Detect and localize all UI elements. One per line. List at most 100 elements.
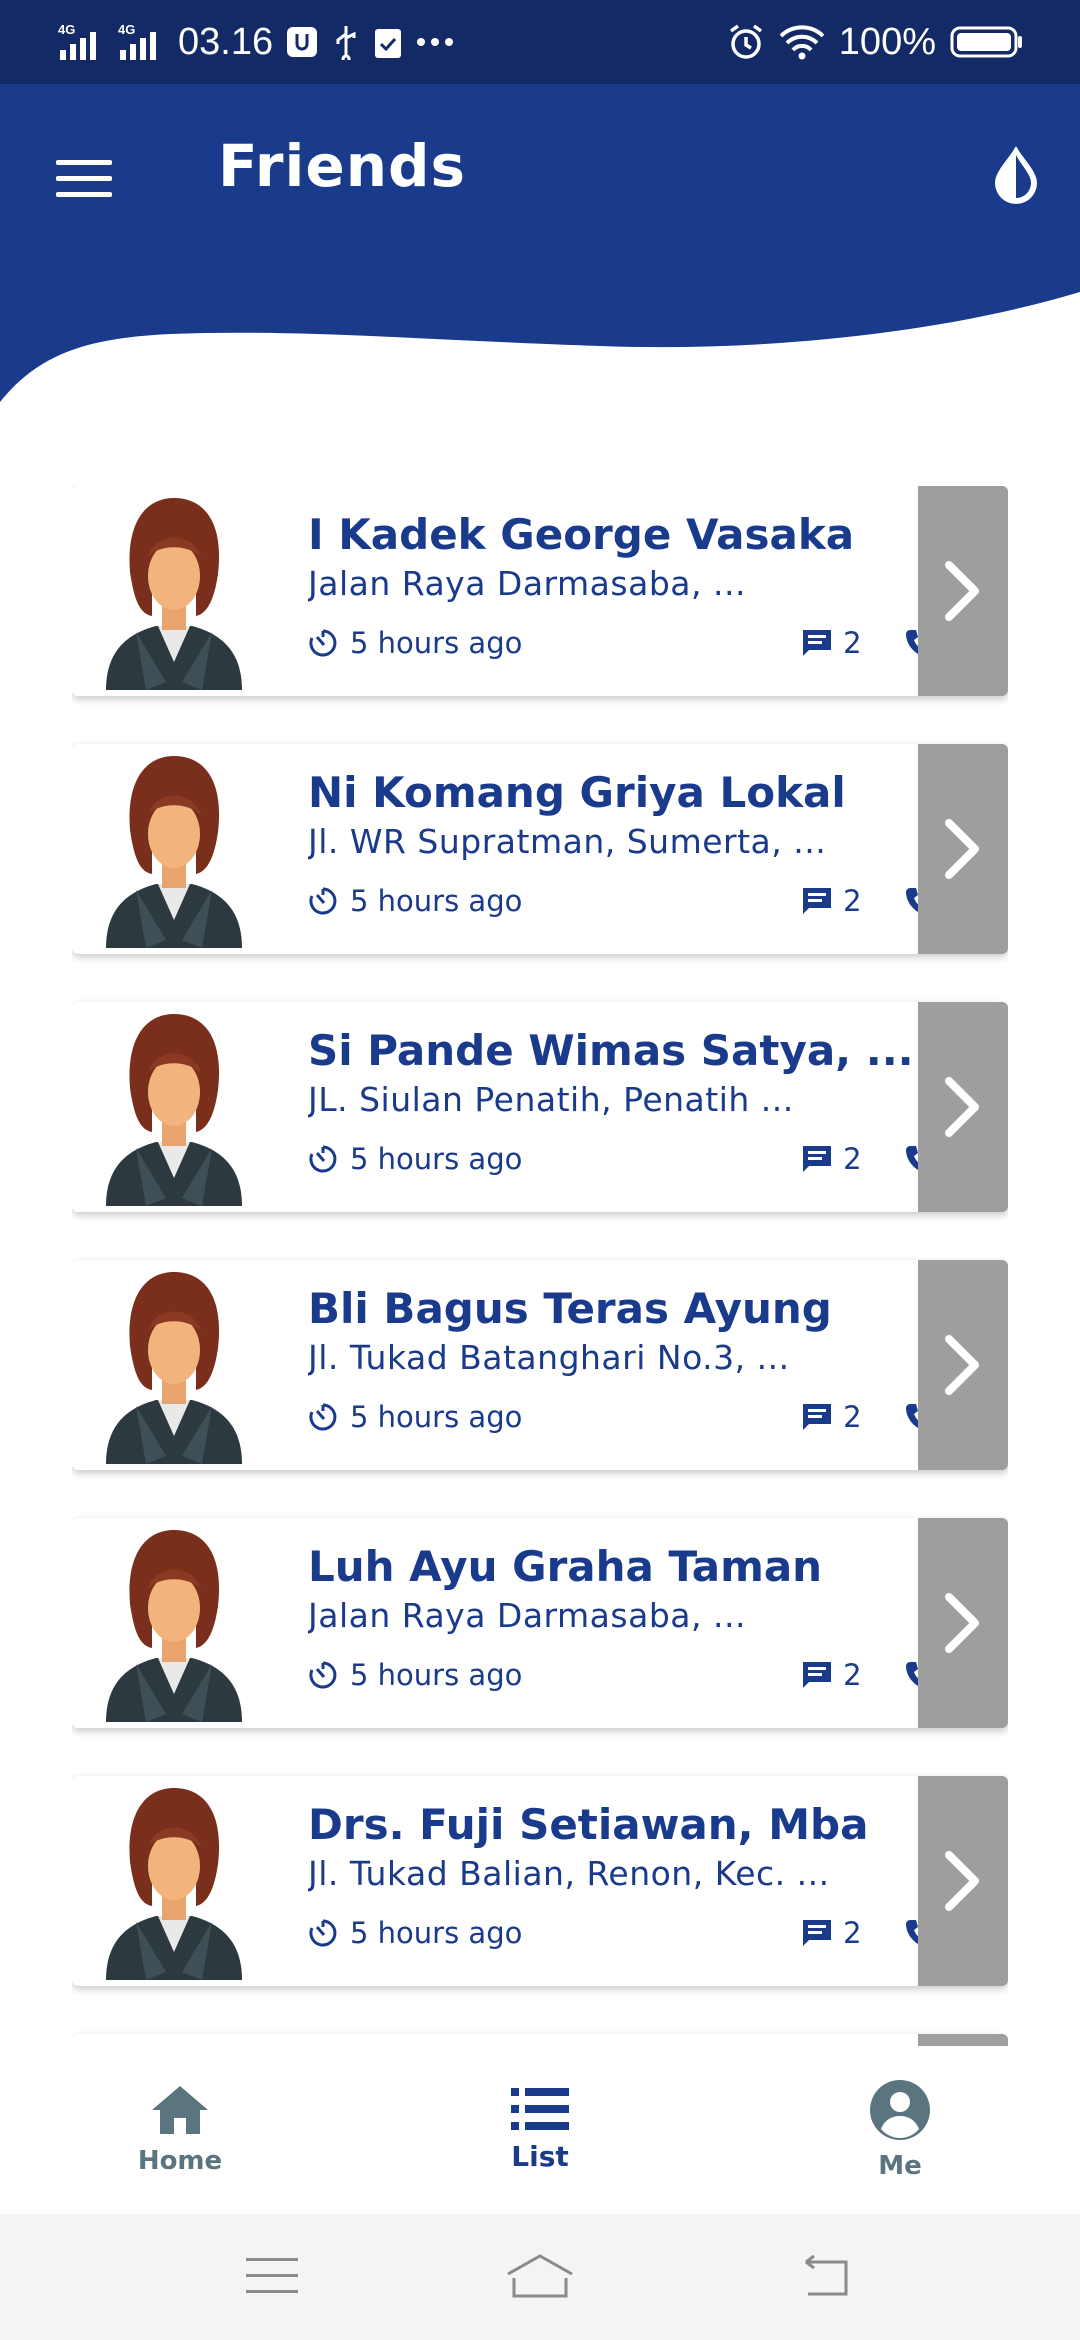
timer-icon xyxy=(309,887,337,915)
open-friend-button[interactable] xyxy=(918,1260,1008,1470)
last-seen-text: 5 hours ago xyxy=(350,1400,523,1434)
last-seen-text: 5 hours ago xyxy=(350,626,523,660)
message-icon xyxy=(803,1146,832,1172)
friend-address: JL. Siulan Penatih, Penatih ... xyxy=(308,1080,794,1119)
drop-icon xyxy=(995,146,1037,204)
chevron-right-icon xyxy=(945,1851,979,1911)
nav-list-label: List xyxy=(511,2139,569,2173)
last-seen: 5 hours ago xyxy=(308,1142,522,1176)
system-home-button[interactable] xyxy=(500,2244,580,2308)
theme-toggle-button[interactable] xyxy=(986,134,1046,214)
usb-settings-icon xyxy=(285,25,319,59)
system-menu-button[interactable] xyxy=(232,2244,312,2308)
avatar xyxy=(106,1014,242,1206)
clipboard-check-icon xyxy=(373,24,403,60)
open-friend-button[interactable] xyxy=(918,1776,1008,1986)
message-icon xyxy=(803,1662,832,1688)
nav-home[interactable]: Home xyxy=(60,2046,300,2214)
friend-name: Bli Bagus Teras Ayung xyxy=(308,1284,832,1333)
status-bar-left: 4G 4G 03.16 xyxy=(58,18,455,66)
home-icon xyxy=(152,2086,208,2134)
friend-card[interactable]: Ni Komang Griya Lokal Jl. WR Supratman, … xyxy=(72,744,1008,954)
header-wave-background xyxy=(0,84,1080,402)
nav-list[interactable]: List xyxy=(420,2046,660,2214)
last-seen: 5 hours ago xyxy=(308,626,522,660)
last-seen: 5 hours ago xyxy=(308,1400,522,1434)
battery-percent: 100% xyxy=(838,20,936,63)
status-bar: 4G 4G 03.16 100% xyxy=(0,0,1080,84)
last-seen-text: 5 hours ago xyxy=(350,884,523,918)
friend-card[interactable]: Drs. Fuji Setiawan, Mba Jl. Tukad Balian… xyxy=(72,1776,1008,1986)
friend-name: Ni Komang Griya Lokal xyxy=(308,768,846,817)
usb-icon xyxy=(331,24,361,60)
menu-lines-icon xyxy=(246,2258,298,2293)
avatar xyxy=(106,756,242,948)
app-header: Friends xyxy=(0,84,1080,414)
message-count: 2 xyxy=(843,1916,862,1950)
system-back-button[interactable] xyxy=(784,2244,864,2308)
status-bar-right: 100% xyxy=(727,18,1024,66)
last-seen-text: 5 hours ago xyxy=(350,1916,523,1950)
friend-address: Jl. Tukad Balian, Renon, Kec. ... xyxy=(308,1854,830,1893)
more-dots-icon xyxy=(415,36,455,48)
signal-icon-2: 4G xyxy=(118,22,166,62)
friend-address: Jl. WR Supratman, Sumerta, ... xyxy=(308,822,827,861)
account-circle-icon xyxy=(870,2080,930,2140)
avatar xyxy=(106,498,242,690)
timer-icon xyxy=(309,1145,337,1173)
friend-name: Drs. Fuji Setiawan, Mba xyxy=(308,1800,869,1849)
bottom-navigation: Home List Me xyxy=(0,2046,1080,2214)
menu-button[interactable] xyxy=(54,144,114,214)
nav-me[interactable]: Me xyxy=(780,2046,1020,2214)
friend-card[interactable]: I Kadek George Vasaka Jalan Raya Darmasa… xyxy=(72,486,1008,696)
nav-me-label: Me xyxy=(878,2151,922,2181)
friend-card[interactable] xyxy=(72,2034,1008,2046)
chevron-right-icon xyxy=(945,819,979,879)
avatar xyxy=(106,1788,242,1980)
last-seen: 5 hours ago xyxy=(308,884,522,918)
message-icon xyxy=(803,888,832,914)
open-friend-button[interactable] xyxy=(918,1518,1008,1728)
back-icon xyxy=(805,2254,848,2296)
chevron-right-icon xyxy=(945,1593,979,1653)
friend-card[interactable]: Bli Bagus Teras Ayung Jl. Tukad Batangha… xyxy=(72,1260,1008,1470)
open-friend-button[interactable] xyxy=(918,744,1008,954)
last-seen: 5 hours ago xyxy=(308,1916,522,1950)
avatar xyxy=(106,1530,242,1722)
chevron-right-icon xyxy=(945,561,979,621)
open-friend-button[interactable] xyxy=(918,486,1008,696)
message-count: 2 xyxy=(843,884,862,918)
friend-address: Jl. Tukad Batanghari No.3, ... xyxy=(308,1338,790,1377)
friend-card[interactable]: Si Pande Wimas Satya, ... JL. Siulan Pen… xyxy=(72,1002,1008,1212)
message-icon xyxy=(803,1920,832,1946)
open-friend-button[interactable] xyxy=(918,1002,1008,1212)
last-seen-text: 5 hours ago xyxy=(350,1658,523,1692)
avatar xyxy=(106,1272,242,1464)
friend-address: Jalan Raya Darmasaba, ... xyxy=(308,564,746,603)
open-friend-button[interactable] xyxy=(918,2034,1008,2046)
friend-card[interactable]: Luh Ayu Graha Taman Jalan Raya Darmasaba… xyxy=(72,1518,1008,1728)
message-icon xyxy=(803,1404,832,1430)
chevron-right-icon xyxy=(945,1077,979,1137)
friend-name: Si Pande Wimas Satya, ... xyxy=(308,1026,914,1075)
hamburger-icon xyxy=(56,160,112,197)
last-seen-text: 5 hours ago xyxy=(350,1142,523,1176)
nav-home-label: Home xyxy=(137,2146,223,2176)
friend-name: Luh Ayu Graha Taman xyxy=(308,1542,823,1591)
message-count: 2 xyxy=(843,1658,862,1692)
signal-icon: 4G xyxy=(58,22,106,62)
network-label-1: 4G xyxy=(58,22,75,37)
alarm-icon xyxy=(727,23,765,61)
network-label-2: 4G xyxy=(118,22,135,37)
list-icon xyxy=(511,2087,569,2130)
home-outline-icon xyxy=(507,2254,573,2298)
friends-list[interactable]: I Kadek George Vasaka Jalan Raya Darmasa… xyxy=(72,486,1008,2046)
battery-icon xyxy=(950,25,1024,59)
page-title: Friends xyxy=(218,132,467,200)
friend-address: Jalan Raya Darmasaba, ... xyxy=(308,1596,746,1635)
friend-name: I Kadek George Vasaka xyxy=(308,510,855,559)
message-icon xyxy=(803,630,832,656)
status-time: 03.16 xyxy=(178,20,274,63)
system-navigation-bar xyxy=(0,2214,1080,2340)
message-count: 2 xyxy=(843,1400,862,1434)
